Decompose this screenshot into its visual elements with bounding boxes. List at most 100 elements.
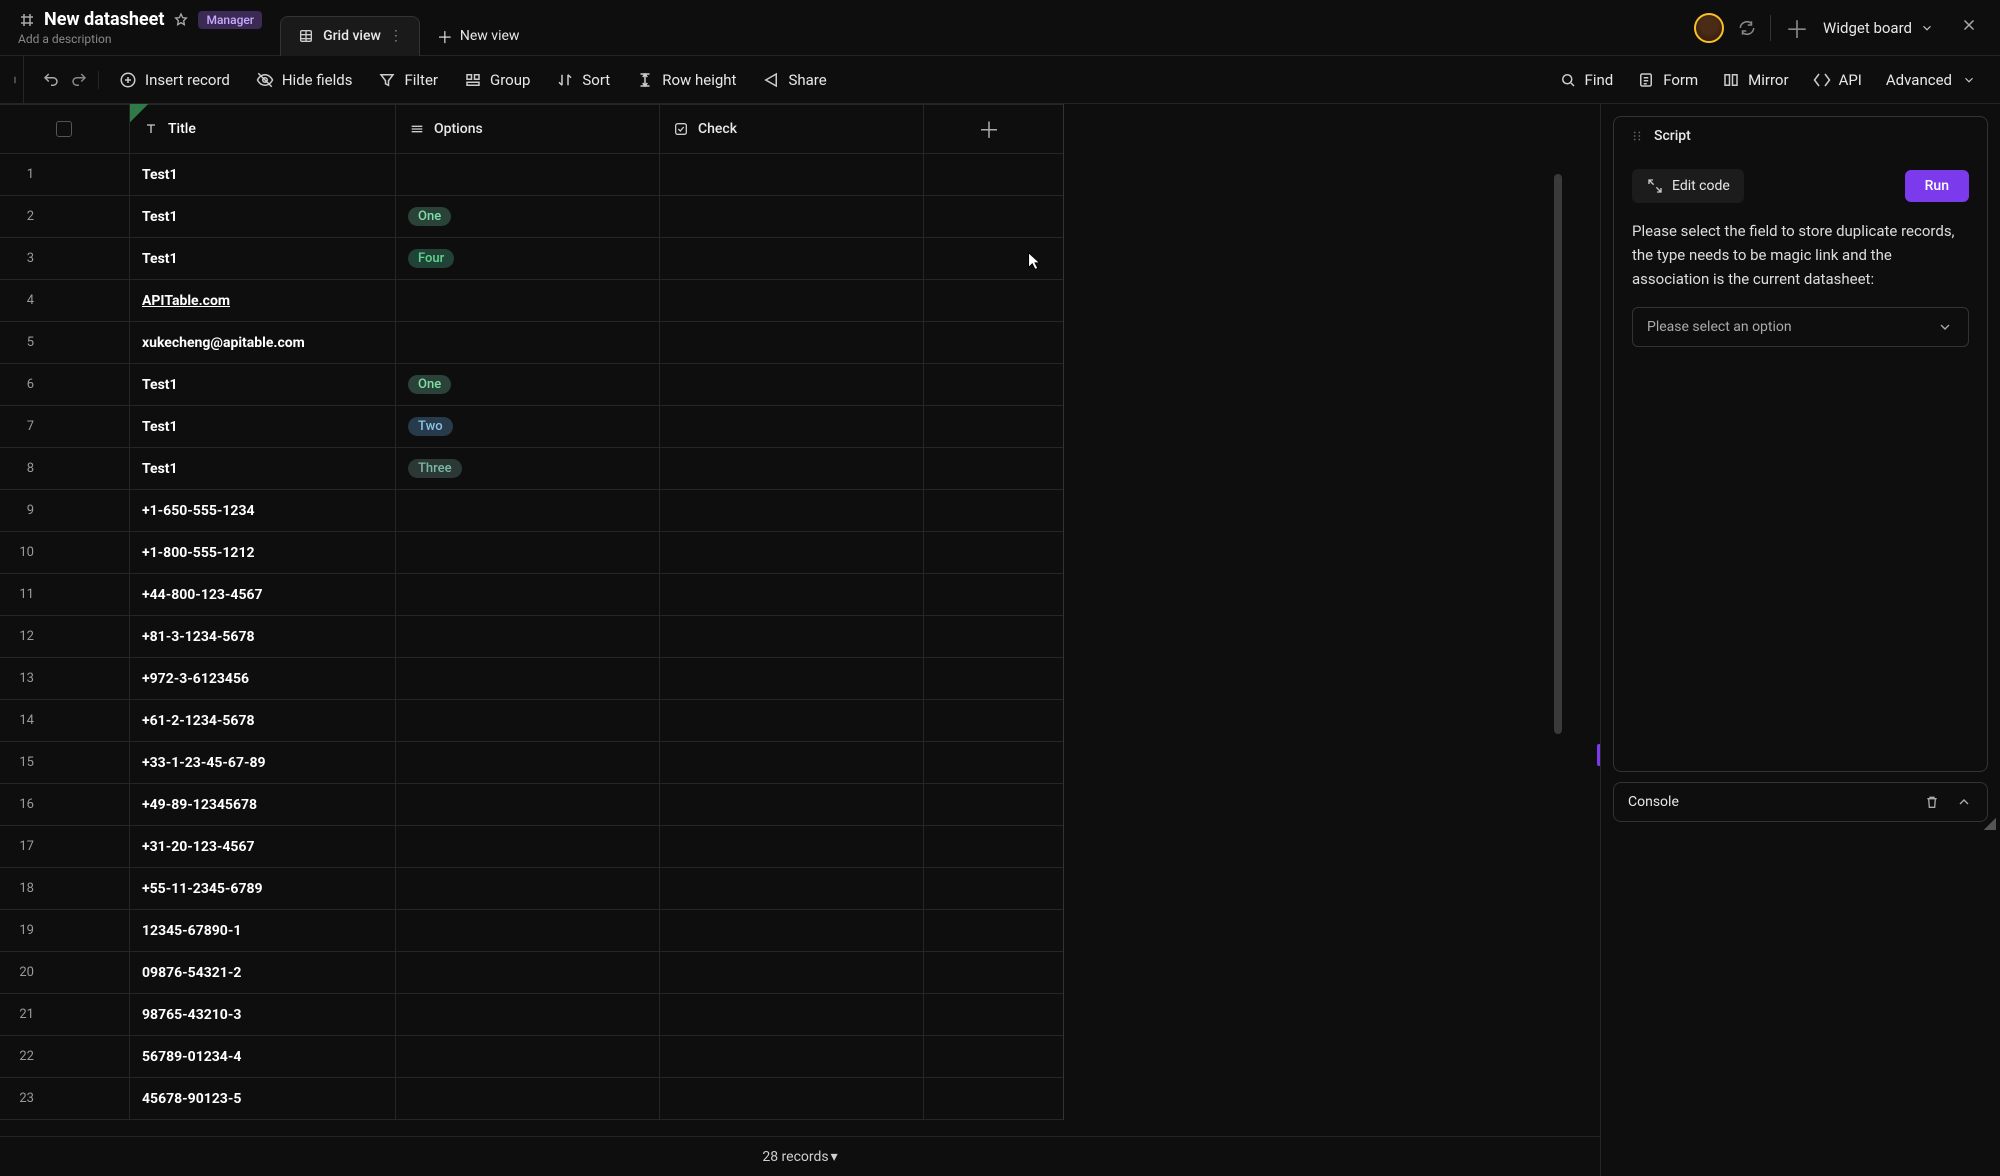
sort-button[interactable]: Sort (544, 65, 622, 95)
status-bar[interactable]: 28 records ▾ (0, 1136, 1600, 1176)
resize-handle-icon[interactable] (1980, 814, 1992, 826)
title-cell[interactable]: +33-1-23-45-67-89 (130, 742, 396, 783)
table-row[interactable]: 13+972-3-6123456 (0, 658, 1063, 700)
api-button[interactable]: API (1801, 65, 1874, 95)
field-select-dropdown[interactable]: Please select an option (1632, 307, 1969, 347)
row-select-cell[interactable] (44, 574, 130, 615)
title-cell[interactable]: 12345-67890-1 (130, 910, 396, 951)
options-cell[interactable]: One (396, 364, 660, 405)
check-cell[interactable] (660, 364, 924, 405)
options-cell[interactable] (396, 994, 660, 1035)
title-cell[interactable]: Test1 (130, 364, 396, 405)
form-button[interactable]: Form (1625, 65, 1710, 95)
title-cell[interactable]: +31-20-123-4567 (130, 826, 396, 867)
title-cell[interactable]: +55-11-2345-6789 (130, 868, 396, 909)
options-cell[interactable] (396, 280, 660, 321)
options-cell[interactable] (396, 532, 660, 573)
row-select-cell[interactable] (44, 700, 130, 741)
table-row[interactable]: 1Test1 (0, 154, 1063, 196)
title-cell[interactable]: +61-2-1234-5678 (130, 700, 396, 741)
row-select-cell[interactable] (44, 994, 130, 1035)
avatar[interactable] (1694, 13, 1724, 43)
close-panel-button[interactable] (1960, 16, 1978, 39)
check-cell[interactable] (660, 742, 924, 783)
add-widget-button[interactable]: ＋ (1785, 10, 1809, 45)
find-button[interactable]: Find (1547, 65, 1626, 95)
row-select-cell[interactable] (44, 238, 130, 279)
chevron-up-icon[interactable] (1955, 793, 1973, 811)
check-cell[interactable] (660, 1078, 924, 1119)
datasheet-title[interactable]: New datasheet (44, 9, 164, 30)
options-cell[interactable] (396, 910, 660, 951)
check-cell[interactable] (660, 784, 924, 825)
row-select-cell[interactable] (44, 490, 130, 531)
hide-fields-button[interactable]: Hide fields (244, 65, 365, 95)
options-cell[interactable]: One (396, 196, 660, 237)
check-cell[interactable] (660, 238, 924, 279)
check-cell[interactable] (660, 448, 924, 489)
title-cell[interactable]: Test1 (130, 406, 396, 447)
title-cell[interactable]: APITable.com (130, 280, 396, 321)
options-cell[interactable] (396, 1078, 660, 1119)
options-cell[interactable] (396, 826, 660, 867)
table-row[interactable]: 2256789-01234-4 (0, 1036, 1063, 1078)
title-cell[interactable]: +1-800-555-1212 (130, 532, 396, 573)
widget-board-dropdown[interactable]: Widget board (1823, 19, 1936, 37)
title-cell[interactable]: Test1 (130, 448, 396, 489)
table-row[interactable]: 14+61-2-1234-5678 (0, 700, 1063, 742)
row-select-cell[interactable] (44, 364, 130, 405)
table-row[interactable]: 2009876-54321-2 (0, 952, 1063, 994)
options-cell[interactable]: Two (396, 406, 660, 447)
table-row[interactable]: 7Test1Two (0, 406, 1063, 448)
check-cell[interactable] (660, 994, 924, 1035)
panel-resize-handle[interactable] (1597, 744, 1600, 766)
check-cell[interactable] (660, 952, 924, 993)
row-select-cell[interactable] (44, 910, 130, 951)
redo-button[interactable] (70, 71, 88, 89)
table-row[interactable]: 6Test1One (0, 364, 1063, 406)
title-cell[interactable]: +49-89-12345678 (130, 784, 396, 825)
title-cell[interactable]: +972-3-6123456 (130, 658, 396, 699)
check-cell[interactable] (660, 700, 924, 741)
table-row[interactable]: 18+55-11-2345-6789 (0, 868, 1063, 910)
options-cell[interactable] (396, 322, 660, 363)
run-button[interactable]: Run (1905, 170, 1969, 202)
description-placeholder[interactable]: Add a description (18, 32, 262, 46)
check-cell[interactable] (660, 490, 924, 531)
row-select-cell[interactable] (44, 532, 130, 573)
scrollbar-vertical[interactable] (1554, 174, 1562, 734)
table-row[interactable]: 5xukecheng@apitable.com (0, 322, 1063, 364)
star-icon[interactable] (172, 11, 190, 29)
options-cell[interactable] (396, 616, 660, 657)
options-cell[interactable] (396, 700, 660, 741)
row-select-cell[interactable] (44, 952, 130, 993)
table-row[interactable]: 9+1-650-555-1234 (0, 490, 1063, 532)
table-row[interactable]: 2198765-43210-3 (0, 994, 1063, 1036)
check-cell[interactable] (660, 658, 924, 699)
table-row[interactable]: 12+81-3-1234-5678 (0, 616, 1063, 658)
add-column-button[interactable]: ＋ (924, 105, 1054, 153)
title-cell[interactable]: Test1 (130, 196, 396, 237)
filter-button[interactable]: Filter (366, 65, 450, 95)
options-cell[interactable] (396, 784, 660, 825)
row-select-cell[interactable] (44, 784, 130, 825)
options-cell[interactable] (396, 154, 660, 195)
new-view-button[interactable]: ＋ New view (420, 16, 536, 56)
insert-record-button[interactable]: Insert record (107, 65, 242, 95)
undo-button[interactable] (42, 71, 60, 89)
title-cell[interactable]: xukecheng@apitable.com (130, 322, 396, 363)
table-row[interactable]: 15+33-1-23-45-67-89 (0, 742, 1063, 784)
group-button[interactable]: Group (452, 65, 542, 95)
title-cell[interactable]: +44-800-123-4567 (130, 574, 396, 615)
table-row[interactable]: 16+49-89-12345678 (0, 784, 1063, 826)
row-select-cell[interactable] (44, 1078, 130, 1119)
share-button[interactable]: Share (750, 65, 838, 95)
check-column-header[interactable]: Check (660, 105, 924, 153)
table-row[interactable]: 2345678-90123-5 (0, 1078, 1063, 1120)
check-cell[interactable] (660, 196, 924, 237)
title-cell[interactable]: +81-3-1234-5678 (130, 616, 396, 657)
table-row[interactable]: 10+1-800-555-1212 (0, 532, 1063, 574)
row-height-button[interactable]: Row height (624, 65, 748, 95)
options-cell[interactable] (396, 1036, 660, 1077)
trash-icon[interactable] (1923, 793, 1941, 811)
